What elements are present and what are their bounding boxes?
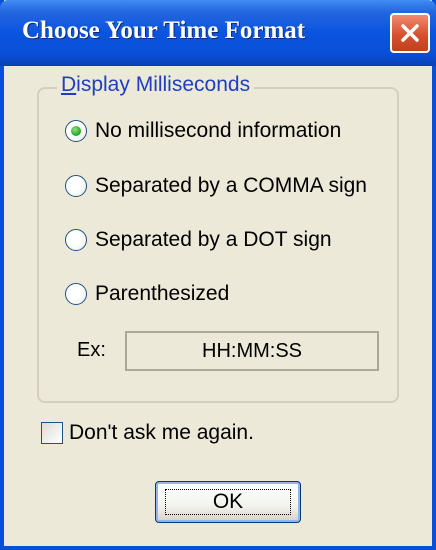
radio-parenthesized[interactable]: Parenthesized <box>65 282 229 306</box>
group-title-text: isplay Milliseconds <box>76 73 251 96</box>
radio-button[interactable] <box>65 120 87 142</box>
dont-ask-again-checkbox-row[interactable]: Don't ask me again. <box>41 421 254 445</box>
dialog-body: Display Milliseconds No millisecond info… <box>4 66 432 546</box>
group-title: Display Milliseconds <box>57 73 255 97</box>
example-label: Ex: <box>77 339 106 361</box>
radio-selected-dot <box>71 126 81 136</box>
radio-comma[interactable]: Separated by a COMMA sign <box>65 174 367 198</box>
ok-button[interactable]: OK <box>155 481 301 523</box>
radio-label[interactable]: Parenthesized <box>95 282 229 306</box>
group-title-accelerator: D <box>61 73 77 96</box>
dont-ask-again-label[interactable]: Don't ask me again. <box>69 421 254 445</box>
radio-button[interactable] <box>65 175 87 197</box>
dont-ask-again-checkbox[interactable] <box>41 422 63 444</box>
dialog-window: Choose Your Time Format Display Millisec… <box>0 0 436 550</box>
radio-button[interactable] <box>65 229 87 251</box>
title-bar[interactable]: Choose Your Time Format <box>0 0 436 66</box>
example-value: HH:MM:SS <box>202 339 302 362</box>
radio-dot[interactable]: Separated by a DOT sign <box>65 228 332 252</box>
display-milliseconds-group: Display Milliseconds No millisecond info… <box>37 73 399 403</box>
radio-label[interactable]: Separated by a DOT sign <box>95 228 332 252</box>
radio-button[interactable] <box>65 283 87 305</box>
example-field: HH:MM:SS <box>125 331 379 371</box>
radio-label[interactable]: Separated by a COMMA sign <box>95 174 367 198</box>
radio-label[interactable]: No millisecond information <box>95 119 341 143</box>
close-icon <box>399 22 421 44</box>
close-button[interactable] <box>390 13 430 53</box>
radio-no-milliseconds[interactable]: No millisecond information <box>65 119 341 143</box>
ok-button-label: OK <box>212 490 244 513</box>
window-title: Choose Your Time Format <box>22 17 306 44</box>
